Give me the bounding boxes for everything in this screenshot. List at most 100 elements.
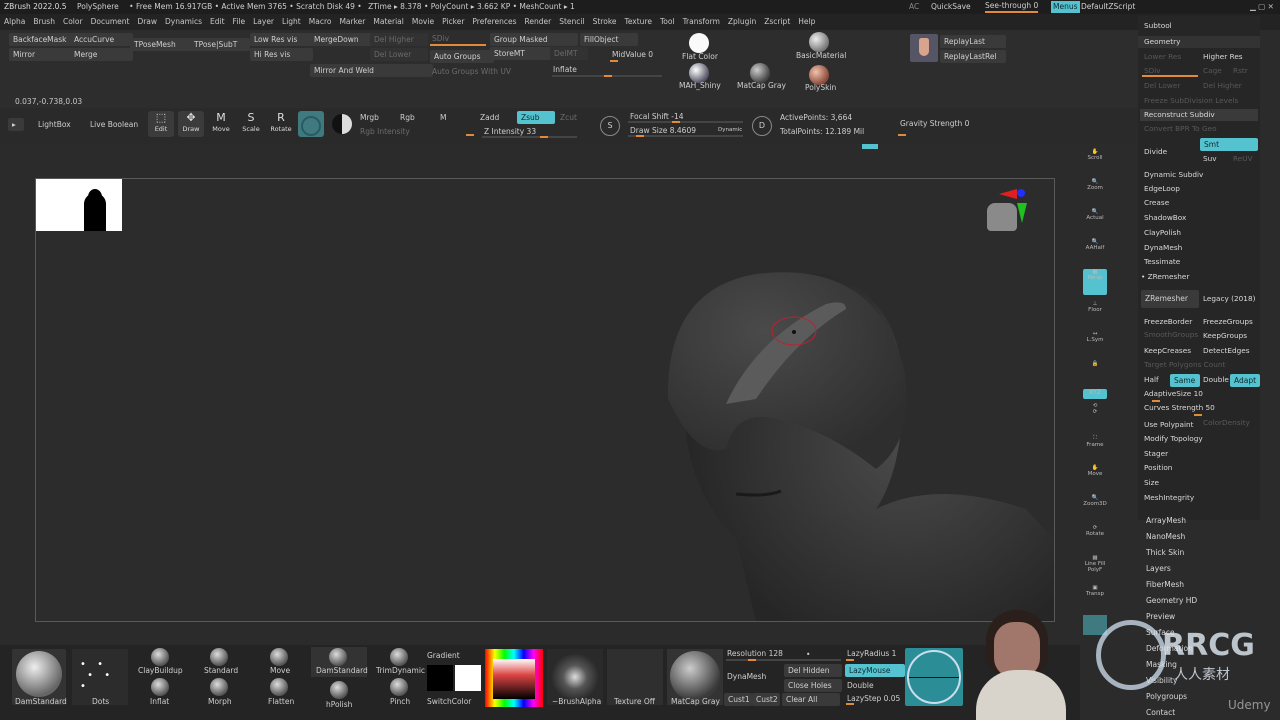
rgb-button[interactable]: Rgb — [400, 112, 415, 123]
canvas-scroll-indicator[interactable] — [862, 144, 878, 149]
inflate-slider[interactable]: Inflate — [553, 64, 577, 75]
keepgroups-toggle[interactable]: KeepGroups — [1203, 330, 1247, 342]
lowresvis-button[interactable]: Low Res vis — [250, 33, 313, 46]
menu-marker[interactable]: Marker — [335, 14, 369, 30]
focal-shift-icon[interactable]: S — [600, 116, 620, 136]
menu-zscript[interactable]: Zscript — [760, 14, 794, 30]
adapt-toggle[interactable]: Adapt — [1230, 374, 1260, 387]
menu-help[interactable]: Help — [794, 14, 819, 30]
draw-size-icon[interactable]: D — [752, 116, 772, 136]
divide-button[interactable]: Divide — [1144, 146, 1167, 158]
list-item[interactable]: Thick Skin — [1146, 548, 1184, 557]
rstr-button[interactable]: Rstr — [1233, 65, 1248, 77]
transp-icon[interactable]: ▣ Transp — [1083, 585, 1107, 611]
merge-button[interactable]: Merge — [70, 48, 133, 61]
meshintegrity-button[interactable]: MeshIntegrity — [1144, 492, 1194, 504]
dynamesh-button[interactable]: DynaMesh — [727, 671, 766, 682]
adaptivesize-slider[interactable]: AdaptiveSize 10 — [1144, 388, 1203, 400]
use-polypaint-toggle[interactable]: Use Polypaint — [1144, 419, 1194, 431]
rgbintensity-slider[interactable]: Rgb Intensity — [360, 126, 410, 137]
quicksave-button[interactable]: QuickSave — [931, 0, 971, 14]
gradient-label[interactable]: Gradient — [427, 650, 460, 661]
detectedges-toggle[interactable]: DetectEdges — [1203, 345, 1250, 357]
dynamic-subdiv-button[interactable]: Dynamic Subdiv — [1144, 169, 1203, 181]
geometry-header[interactable]: Geometry — [1144, 36, 1180, 48]
replaylast-button[interactable]: ReplayLast — [940, 35, 1006, 48]
menu-texture[interactable]: Texture — [621, 14, 656, 30]
flatten-brush-icon[interactable] — [270, 678, 288, 696]
mergedown-button[interactable]: MergeDown — [310, 33, 376, 46]
dellower-button[interactable]: Del Lower — [1144, 80, 1180, 92]
perspective-icon[interactable]: ▦ Persp — [1083, 269, 1107, 295]
menu-stencil[interactable]: Stencil — [555, 14, 588, 30]
size-button[interactable]: Size — [1144, 477, 1159, 489]
legacy-toggle[interactable]: Legacy (2018) — [1203, 293, 1255, 305]
polyframe-icon[interactable]: ▦ Line Fill PolyF — [1083, 555, 1107, 581]
sculpt-model[interactable] — [36, 179, 1054, 621]
menu-zplugin[interactable]: Zplugin — [724, 14, 760, 30]
rotate-small-icon[interactable]: ⟲ ⟳ — [1083, 403, 1107, 423]
morph-brush-icon[interactable] — [210, 678, 228, 696]
dellower-button[interactable]: Del Lower — [370, 48, 428, 61]
m-button[interactable]: M — [440, 112, 446, 123]
freezegroups-toggle[interactable]: FreezeGroups — [1203, 316, 1253, 328]
flat-color-material-icon[interactable] — [689, 33, 709, 53]
list-item[interactable]: FiberMesh — [1146, 580, 1184, 589]
higherres-button[interactable]: Higher Res — [1203, 51, 1243, 63]
menu-draw[interactable]: Draw — [133, 14, 161, 30]
gravity-slider[interactable]: Gravity Strength 0 — [900, 118, 969, 129]
midvalue-slider[interactable]: MidValue 0 — [612, 49, 653, 60]
color-picker[interactable] — [485, 649, 543, 707]
claypolish-button[interactable]: ClayPolish — [1144, 227, 1181, 239]
freezeborder-toggle[interactable]: FreezeBorder — [1144, 316, 1192, 328]
menu-dynamics[interactable]: Dynamics — [161, 14, 206, 30]
autogroups-uv-button[interactable]: Auto Groups With UV — [432, 66, 511, 77]
local-symmetry-icon[interactable]: ↔ L.Sym — [1083, 331, 1107, 357]
menu-preferences[interactable]: Preferences — [468, 14, 520, 30]
lazyradius-slider[interactable]: LazyRadius 1 — [847, 648, 896, 659]
menu-light[interactable]: Light — [278, 14, 305, 30]
delmt-button[interactable]: DelMT — [550, 47, 588, 60]
zadd-button[interactable]: Zadd — [480, 112, 499, 123]
brush-sphere-icon[interactable] — [298, 111, 324, 137]
secondary-color-swatch[interactable] — [427, 665, 453, 691]
delhigher-button[interactable]: Del Higher — [370, 33, 428, 46]
list-item[interactable]: Geometry HD — [1146, 596, 1197, 605]
pinch-brush-icon[interactable] — [390, 678, 408, 696]
shadowbox-button[interactable]: ShadowBox — [1144, 212, 1186, 224]
tessimate-button[interactable]: Tessimate — [1144, 256, 1180, 268]
menu-file[interactable]: File — [229, 14, 250, 30]
zoom-icon[interactable]: 🔍 Zoom — [1083, 179, 1107, 205]
rotate-icon[interactable]: ⟳ Rotate — [1083, 525, 1107, 551]
menu-transform[interactable]: Transform — [679, 14, 724, 30]
edit-mode-button[interactable]: ⬚ Edit — [148, 111, 174, 137]
delhidden-button[interactable]: Del Hidden — [784, 664, 842, 677]
resolution-slider[interactable]: Resolution 128 — [727, 648, 783, 659]
lowerres-button[interactable]: Lower Res — [1144, 51, 1181, 63]
collapse-button[interactable]: ▸ — [8, 118, 24, 131]
suv-toggle[interactable]: Suv — [1203, 153, 1217, 165]
position-button[interactable]: Position — [1144, 462, 1172, 474]
orientation-gizmo-icon[interactable] — [987, 189, 1031, 231]
menu-layer[interactable]: Layer — [249, 14, 278, 30]
floor-icon[interactable]: ⊥ Floor — [1083, 301, 1107, 327]
zoom3d-icon[interactable]: 🔍 Zoom3D — [1083, 495, 1107, 521]
mirror-and-weld-button[interactable]: Mirror And Weld — [310, 64, 433, 77]
mirror-button[interactable]: Mirror — [9, 48, 75, 61]
double-toggle[interactable]: Double — [1203, 374, 1229, 386]
stager-button[interactable]: Stager — [1144, 448, 1168, 460]
edgeloop-button[interactable]: EdgeLoop — [1144, 183, 1180, 195]
menu-macro[interactable]: Macro — [305, 14, 336, 30]
closeholes-button[interactable]: Close Holes — [784, 679, 842, 692]
replay-thumbnail-icon[interactable] — [910, 34, 938, 62]
primary-color-swatch[interactable] — [455, 665, 481, 691]
move-brush-icon[interactable] — [270, 648, 288, 666]
standard-brush-icon[interactable] — [210, 648, 228, 666]
cust1-button[interactable]: Cust1 — [724, 693, 752, 706]
zcut-button[interactable]: Zcut — [560, 112, 577, 123]
zremesher-button[interactable]: ZRemesher — [1141, 290, 1199, 308]
canvas-viewport[interactable] — [35, 178, 1055, 622]
stroke-preview[interactable] — [905, 648, 963, 706]
storemt-button[interactable]: StoreMT — [490, 47, 552, 60]
switchcolor-label[interactable]: SwitchColor — [427, 696, 471, 707]
